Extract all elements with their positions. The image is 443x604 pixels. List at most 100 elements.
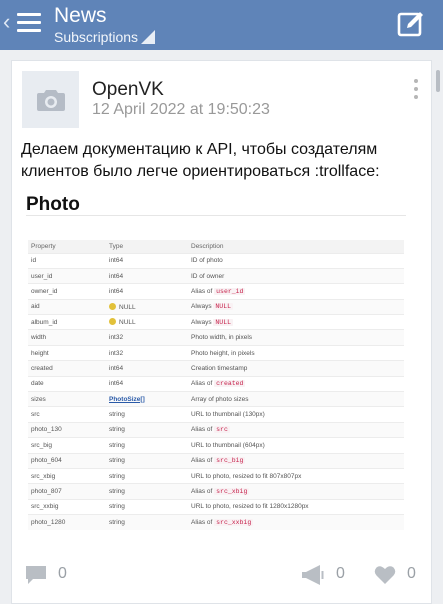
chevron-left-icon[interactable]: ‹ — [3, 11, 10, 33]
table-row: height int32 Photo height, in pixels — [28, 344, 404, 361]
comment-count[interactable]: 0 — [58, 565, 67, 583]
description-text: Array of photo sizes — [191, 395, 249, 403]
heart-icon[interactable] — [374, 565, 396, 585]
cell-description: URL to photo, resized to fit 807x807px — [188, 467, 404, 484]
type-label: string — [109, 426, 125, 434]
description-text: Alias of — [191, 457, 213, 465]
post-card: OpenVK 12 April 2022 at 19:50:23 Делаем … — [11, 60, 432, 604]
cell-property: src_xxbig — [28, 498, 106, 515]
type-label: string — [109, 503, 125, 511]
type-label: int64 — [109, 257, 124, 265]
cell-type: int64 — [106, 360, 188, 377]
cell-type: int64 — [106, 283, 188, 300]
type-label: NULL — [119, 319, 136, 327]
code-snippet: created — [214, 380, 246, 388]
cell-property: date — [28, 375, 106, 392]
type-label: string — [109, 488, 125, 496]
description-text: Alias of — [191, 488, 213, 496]
description-text: ID of photo — [191, 257, 223, 265]
cell-description: Photo height, in pixels — [188, 344, 404, 361]
page-title: News — [54, 4, 107, 27]
description-text: Photo width, in pixels — [191, 334, 253, 342]
cell-description: Alias of created — [188, 375, 404, 392]
scrollbar-thumb[interactable] — [436, 70, 440, 92]
cell-description: Alias of src_big — [188, 452, 404, 469]
description-text: Photo height, in pixels — [191, 349, 255, 357]
cell-property: photo_604 — [28, 452, 106, 469]
table-row: src_xxbig string URL to photo, resized to … — [28, 498, 404, 515]
like-count[interactable]: 0 — [407, 565, 416, 583]
description-text: Alias of — [191, 426, 213, 434]
cell-property: user_id — [28, 267, 106, 284]
cell-description: Alias of src_xxbig — [188, 514, 404, 531]
type-label: int64 — [109, 272, 124, 280]
cell-description: ID of owner — [188, 267, 404, 284]
description-text: URL to photo, resized to fit 807x807px — [191, 472, 302, 480]
table-row: src_xbig string URL to photo, resized to f… — [28, 467, 404, 484]
radiation-icon — [109, 302, 116, 310]
table-row: photo_1280 string Alias of src_xxbig — [28, 514, 404, 531]
table-row: photo_807 string Alias of src_xbig — [28, 483, 404, 500]
more-options-icon[interactable] — [414, 79, 420, 101]
cell-type: PhotoSize[] — [106, 391, 188, 407]
cell-property: src — [28, 406, 106, 423]
table-row: photo_130 string Alias of src — [28, 421, 404, 438]
top-bar: ‹ News Subscriptions — [0, 0, 443, 50]
cell-description: Alias of src_xbig — [188, 483, 404, 500]
table-row: created int64 Creation timestamp — [28, 360, 404, 377]
cell-property: height — [28, 344, 106, 361]
post-attachment-image[interactable]: Photo Property Type Description id int64 I… — [15, 181, 421, 591]
table-row: date int64 Alias of created — [28, 375, 404, 392]
type-label[interactable]: PhotoSize[] — [109, 396, 145, 403]
cell-type: string — [106, 452, 188, 469]
type-label: int64 — [109, 287, 124, 295]
dropdown-corner-icon[interactable] — [141, 30, 155, 44]
cell-property: src_xbig — [28, 467, 106, 484]
code-snippet: NULL — [213, 303, 234, 311]
column-header: Description — [188, 240, 404, 253]
compose-icon[interactable] — [397, 10, 425, 38]
cell-description: Photo width, in pixels — [188, 329, 404, 346]
type-label: string — [109, 519, 125, 527]
type-label: NULL — [119, 303, 136, 311]
share-count[interactable]: 0 — [336, 565, 345, 583]
hamburger-icon[interactable] — [17, 13, 41, 35]
cell-description: Always NULL — [188, 298, 404, 315]
cell-description: Always NULL — [188, 314, 404, 330]
camera-icon — [36, 89, 65, 111]
table-row: src string URL to thumbnail (130px) — [28, 406, 404, 423]
description-text: Alias of — [191, 380, 213, 388]
code-snippet: user_id — [214, 287, 246, 295]
cell-type: NULL — [106, 298, 188, 315]
cell-type: int64 — [106, 267, 188, 284]
cell-description: Array of photo sizes — [188, 391, 404, 407]
cell-description: Alias of user_id — [188, 283, 404, 300]
description-text: Alias of — [191, 287, 213, 295]
cell-property: sizes — [28, 391, 106, 407]
table-row: aid NULL Always NULL — [28, 298, 404, 315]
type-label: int32 — [109, 334, 124, 342]
column-header: Type — [106, 240, 188, 253]
cell-type: NULL — [106, 314, 188, 330]
section-dropdown[interactable]: Subscriptions — [54, 28, 138, 46]
description-text: URL to photo, resized to fit 1280x1280px — [191, 503, 309, 511]
comment-icon[interactable] — [25, 565, 47, 585]
share-icon[interactable] — [300, 564, 324, 586]
cell-property: src_big — [28, 437, 106, 454]
column-header: Property — [28, 240, 106, 253]
cell-description: ID of photo — [188, 252, 404, 269]
cell-property: photo_807 — [28, 483, 106, 500]
cell-type: string — [106, 514, 188, 531]
cell-description: URL to thumbnail (130px) — [188, 406, 404, 423]
description-text: Always — [191, 318, 212, 326]
description-text: Creation timestamp — [191, 364, 248, 372]
table-row: width int32 Photo width, in pixels — [28, 329, 404, 346]
radiation-icon — [109, 318, 116, 326]
type-label: int64 — [109, 364, 124, 372]
cell-type: string — [106, 483, 188, 500]
cell-type: string — [106, 437, 188, 454]
avatar[interactable] — [22, 71, 79, 128]
type-label: string — [109, 457, 125, 465]
post-date[interactable]: 12 April 2022 at 19:50:23 — [92, 99, 270, 121]
cell-type: string — [106, 406, 188, 423]
